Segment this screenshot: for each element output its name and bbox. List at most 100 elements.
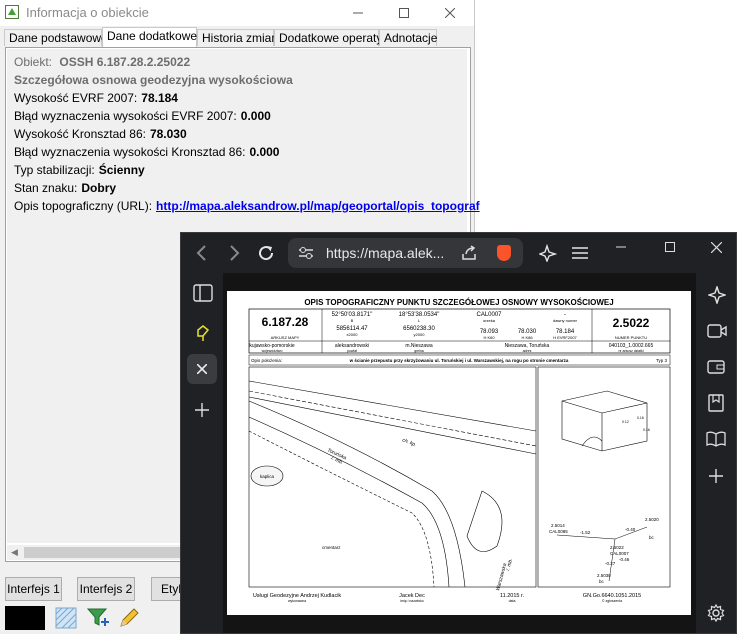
sketch-point-1-code: CAL0085 [549, 529, 568, 534]
footer-date-sub: data [509, 599, 516, 603]
reading-list-icon[interactable] [706, 431, 726, 447]
latitude-sub: B [351, 318, 354, 323]
typ-label: Typ 3 [656, 358, 668, 363]
wysokosc-evrf-label: Wysokość EVRF 2007: [14, 91, 138, 105]
dawny-numer-label: dawny numer [553, 318, 578, 323]
leo-icon[interactable] [195, 324, 211, 342]
wysokosc-evrf-value: 78.184 [141, 91, 178, 105]
obiekt-row: Obiekt: OSSH 6.187.28.2.25022 [14, 55, 190, 69]
forward-button[interactable] [223, 242, 245, 264]
sketch-diff-4: -0.46 [619, 557, 630, 562]
tab-adnotacje[interactable]: Adnotacje [379, 29, 437, 46]
share-icon[interactable] [461, 245, 477, 261]
close-browser-button[interactable] [701, 237, 731, 257]
sparkle-icon [539, 244, 557, 262]
sparkle-icon[interactable] [708, 286, 726, 304]
sketch-point-2-code: bc [649, 535, 655, 540]
typ-stabilizacji-value: Ścienny [98, 163, 145, 177]
bookmarks-icon[interactable] [708, 394, 724, 412]
height-evrf-sub: H EVRF2007 [553, 335, 577, 340]
reload-icon [259, 246, 274, 261]
map-sketch-frame [248, 366, 537, 588]
maximize-icon [665, 242, 675, 252]
height-k86-sub: H K86 [521, 335, 533, 340]
topographic-description-sheet: OPIS TOPOGRAFICZNY PUNKTU SZCZEGÓŁOWEJ O… [248, 298, 671, 603]
address-bar[interactable]: https://mapa.alek... [288, 238, 523, 268]
maximize-browser-button[interactable] [655, 237, 685, 257]
interfejs-1-button[interactable]: Interfejs 1 [5, 577, 62, 601]
wall-detail-drawing [561, 390, 648, 452]
pencil-icon[interactable] [118, 607, 140, 629]
street-warszawska-sub: /. mb. [505, 558, 514, 573]
header-box [248, 308, 671, 354]
sketch-point-3-code: CAL0007 [610, 551, 629, 556]
menu-button[interactable] [569, 242, 591, 264]
opis-topograficzny-row: Opis topograficzny (URL): http://mapa.ale… [14, 199, 480, 213]
title-bar: Informacja o obiekcie [0, 0, 474, 26]
wallet-icon[interactable] [707, 359, 725, 375]
tab-historia-zmian[interactable]: Historia zmian [197, 29, 278, 46]
interfejs-2-button[interactable]: Interfejs 2 [77, 577, 135, 601]
close-icon [710, 241, 722, 253]
url-text[interactable]: https://mapa.alek... [326, 245, 444, 261]
obiekt-value: OSSH 6.187.28.2.25022 [59, 55, 191, 69]
point-number-main: 6.187.28 [262, 315, 309, 329]
sidebar-toggle-icon[interactable] [193, 284, 213, 302]
opis-polozenia-label: Opis położenia: [251, 358, 282, 363]
blad-evrf-row: Błąd wyznaczenia wysokości EVRF 2007: 0.0… [14, 109, 271, 123]
add-sidebar-item-icon[interactable] [709, 469, 723, 483]
footer-company-sub: wykonawca [288, 599, 306, 603]
back-arrow-icon [196, 245, 206, 261]
object-type-heading: Szczegółowa osnowa geodezyjna wysokościo… [14, 73, 293, 87]
pdf-page: OPIS TOPOGRAFICZNY PUNKTU SZCZEGÓŁOWEJ O… [227, 291, 691, 615]
browser-window: https://mapa.alek... OPIS TOPOGRAFICZNY … [180, 232, 737, 634]
point-number-right: 2.5022 [613, 316, 650, 330]
road-label: ch. kp. [401, 437, 417, 448]
video-call-icon[interactable] [707, 323, 727, 339]
sketch-point-4: 2.5030 [597, 573, 611, 578]
point-number-label: NUMER PUNKTU [615, 335, 647, 340]
scroll-left-arrow-icon[interactable]: ◀ [7, 545, 22, 560]
blad-evrf-label: Błąd wyznaczenia wysokości EVRF 2007: [14, 109, 237, 123]
scrollbar-thumb[interactable] [24, 547, 199, 558]
reload-button[interactable] [254, 241, 278, 265]
footer-ref-sub: © zgłoszenia [602, 599, 622, 603]
sketch-point-2: 2.5020 [645, 517, 659, 522]
browser-toolbar: https://mapa.alek... [181, 233, 736, 273]
stan-znaku-value: Dobry [81, 181, 117, 195]
gmina-sub: gmina [414, 349, 424, 353]
minimize-browser-button[interactable] [606, 237, 636, 257]
tab-dane-dodatkowe[interactable]: Dane dodatkowe [102, 27, 197, 47]
close-button[interactable] [427, 0, 473, 26]
detail-dim-2: 0.16 [637, 416, 644, 420]
tab-dodatkowe-operaty[interactable]: Dodatkowe operaty [274, 29, 382, 46]
sketch-diff-3: -0.27 [605, 561, 616, 566]
leo-ai-button[interactable] [537, 242, 559, 264]
y-coord-sub: y2000 [414, 332, 426, 337]
brave-shield-icon[interactable] [497, 245, 511, 261]
pattern-fill-icon[interactable] [55, 607, 77, 629]
back-button[interactable] [191, 242, 213, 264]
close-icon [445, 8, 455, 18]
opis-topograficzny-link[interactable]: http://mapa.aleksandrow.pl/map/geoportal… [156, 199, 480, 213]
longitude-sub: L [418, 318, 421, 323]
dzialka-sub: nr arkusz działki [618, 349, 643, 353]
settings-gear-icon[interactable] [707, 604, 725, 622]
minimize-button[interactable] [335, 0, 381, 26]
blad-kronsztad-label: Błąd wyznaczenia wysokości Kronsztad 86: [14, 145, 246, 159]
tab-dane-podstawowe[interactable]: Dane podstawowe [4, 29, 108, 46]
maximize-icon [399, 8, 409, 18]
blad-kronsztad-row: Błąd wyznaczenia wysokości Kronsztad 86:… [14, 145, 279, 159]
maximize-button[interactable] [381, 0, 427, 26]
wysokosc-kronsztad-label: Wysokość Kronsztad 86: [14, 127, 146, 141]
filter-add-icon[interactable] [86, 606, 110, 630]
stan-znaku-label: Stan znaku: [14, 181, 78, 195]
sketch-point-4-code: bc [599, 579, 605, 584]
wysokosc-evrf-row: Wysokość EVRF 2007: 78.184 [14, 91, 178, 105]
color-swatch[interactable] [5, 606, 45, 630]
bottom-toolbar [0, 604, 180, 634]
site-settings-icon[interactable] [298, 246, 314, 260]
close-panel-button[interactable] [187, 354, 217, 384]
sketch-point-1: 2.5014 [551, 523, 565, 528]
add-panel-icon[interactable] [195, 403, 209, 417]
